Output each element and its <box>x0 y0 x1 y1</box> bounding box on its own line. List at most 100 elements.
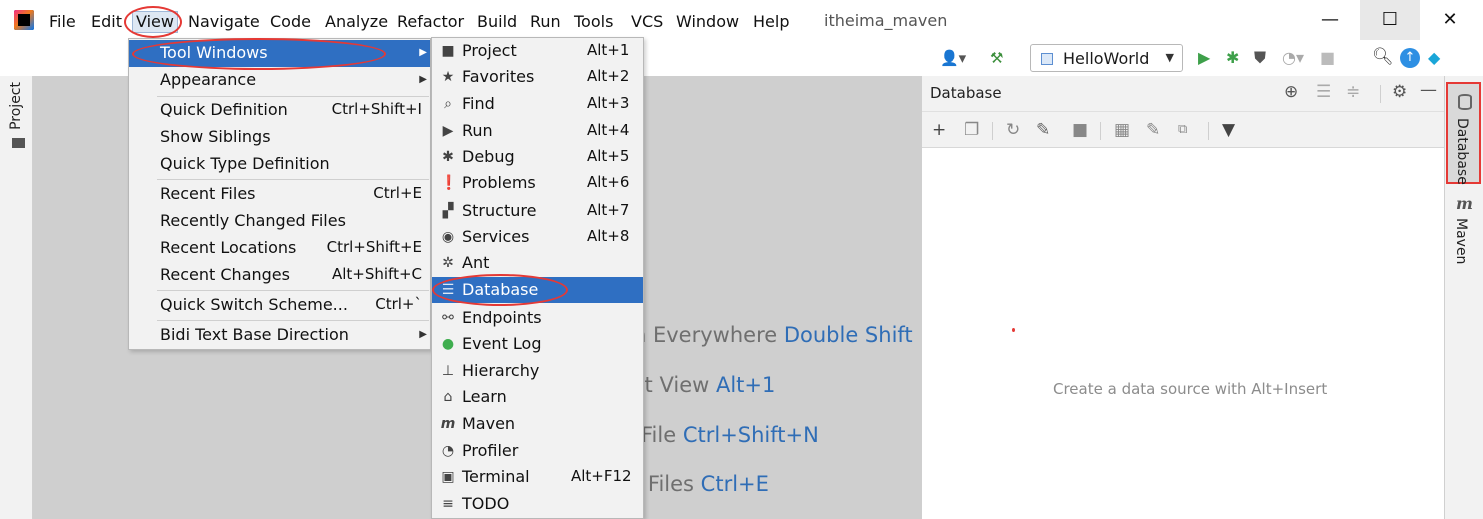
tool-window-project[interactable]: ■ Project Alt+1 <box>432 38 643 64</box>
menu-edit[interactable]: Edit <box>88 11 125 33</box>
maximize-button[interactable]: ☐ <box>1360 0 1420 40</box>
hierarchy-icon: ⊥ <box>441 363 455 379</box>
services-icon: ◉ <box>441 229 455 245</box>
menu-view[interactable]: View <box>132 11 178 33</box>
hammer-icon[interactable]: ⚒ <box>990 48 1003 68</box>
query-console-icon[interactable]: ⧉ <box>1178 120 1187 140</box>
search-icon: ⌕ <box>444 96 452 112</box>
debug-icon[interactable]: ✱ <box>1226 48 1239 68</box>
tool-window-services[interactable]: ◉ Services Alt+8 <box>432 224 643 250</box>
menu-build[interactable]: Build <box>474 11 520 33</box>
view-menu-popup: Tool Windows ▶ Appearance ▶ Quick Definiti… <box>128 38 431 350</box>
tool-window-ant[interactable]: ✲ Ant <box>432 250 643 276</box>
title-bar: File Edit View Navigate Code Analyze Ref… <box>0 0 1483 40</box>
profile-icon[interactable]: ◔▾ <box>1282 48 1304 68</box>
hint-recent-files: t Files Ctrl+E <box>633 472 769 496</box>
menu-item-appearance[interactable]: Appearance ▶ <box>129 67 430 94</box>
menu-item-quick-definition[interactable]: Quick Definition Ctrl+Shift+I <box>129 97 430 124</box>
menu-window[interactable]: Window <box>673 11 742 33</box>
menu-separator <box>157 320 429 321</box>
collapse-all-icon[interactable]: ≑ <box>1346 82 1360 102</box>
tool-window-database[interactable]: ☰ Database <box>432 277 643 303</box>
run-configuration-select[interactable]: HelloWorld ▼ <box>1030 44 1183 72</box>
play-icon: ▶ <box>442 123 454 139</box>
menu-tools[interactable]: Tools <box>571 11 616 33</box>
hide-panel-icon[interactable]: — <box>1420 80 1437 100</box>
tool-window-endpoints[interactable]: ⚯ Endpoints <box>432 305 643 331</box>
menu-item-quick-switch-scheme[interactable]: Quick Switch Scheme... Ctrl+` <box>129 292 430 319</box>
left-tool-stripe: Project <box>0 76 33 519</box>
maven-tab-label: Maven <box>1453 218 1469 265</box>
schema-icon[interactable]: ✎ <box>1036 120 1050 140</box>
menu-analyze[interactable]: Analyze <box>322 11 391 33</box>
update-icon[interactable]: ↑ <box>1400 48 1420 68</box>
menu-item-bidi-text-base-direction[interactable]: Bidi Text Base Direction ▶ <box>129 322 430 349</box>
edit-icon[interactable]: ✎ <box>1146 120 1160 140</box>
structure-icon: ▞ <box>442 203 454 219</box>
tool-window-maven[interactable]: m Maven <box>432 411 643 437</box>
run-icon[interactable]: ▶ <box>1198 48 1210 68</box>
maven-icon: m <box>440 416 456 432</box>
coverage-icon[interactable]: ⛊ <box>1254 48 1266 68</box>
menu-file[interactable]: File <box>46 11 79 33</box>
menu-separator <box>157 179 429 180</box>
stop-icon[interactable]: ■ <box>1072 120 1088 140</box>
menu-item-recent-changes[interactable]: Recent Changes Alt+Shift+C <box>129 262 430 289</box>
database-tool-tab[interactable]: Database <box>1446 82 1481 185</box>
tool-window-structure[interactable]: ▞ Structure Alt+7 <box>432 198 643 224</box>
plugin-icon[interactable]: ◆ <box>1428 48 1440 68</box>
menu-vcs[interactable]: VCS <box>628 11 666 33</box>
database-tab-label: Database <box>1454 118 1470 185</box>
close-button[interactable]: ✕ <box>1420 0 1480 40</box>
menu-item-recently-changed-files[interactable]: Recently Changed Files <box>129 208 430 235</box>
tool-window-debug[interactable]: ✱ Debug Alt+5 <box>432 144 643 170</box>
table-icon[interactable]: ▦ <box>1114 120 1130 140</box>
menu-item-recent-locations[interactable]: Recent Locations Ctrl+Shift+E <box>129 235 430 262</box>
menu-refactor[interactable]: Refactor <box>394 11 467 33</box>
search-icon[interactable]: 🔍︎ <box>1372 47 1394 67</box>
expand-all-icon[interactable]: ☰ <box>1316 82 1331 102</box>
tool-window-find[interactable]: ⌕ Find Alt+3 <box>432 91 643 117</box>
add-datasource-icon[interactable]: + <box>932 120 946 140</box>
star-icon: ★ <box>441 69 455 85</box>
tool-window-hierarchy[interactable]: ⊥ Hierarchy <box>432 358 643 384</box>
right-tool-stripe: Database m Maven <box>1444 76 1483 519</box>
menu-item-tool-windows[interactable]: Tool Windows ▶ <box>129 40 430 67</box>
maven-tool-tab[interactable]: m Maven <box>1446 192 1481 272</box>
filter-icon[interactable]: ▼ <box>1222 120 1235 140</box>
tool-window-run[interactable]: ▶ Run Alt+4 <box>432 118 643 144</box>
tool-window-favorites[interactable]: ★ Favorites Alt+2 <box>432 64 643 90</box>
minimize-button[interactable]: — <box>1300 0 1360 40</box>
project-tool-tab[interactable]: Project <box>8 82 24 130</box>
tool-window-terminal[interactable]: ▣ Terminal Alt+F12 <box>432 464 643 490</box>
gear-icon[interactable]: ⚙ <box>1392 82 1407 102</box>
copy-icon[interactable]: ❐ <box>964 120 979 140</box>
database-panel-title: Database <box>930 84 1002 102</box>
learn-icon: ⌂ <box>443 389 453 405</box>
menu-item-recent-files[interactable]: Recent Files Ctrl+E <box>129 181 430 208</box>
menu-navigate[interactable]: Navigate <box>185 11 263 33</box>
folder-icon: ■ <box>441 43 455 59</box>
tool-window-event-log[interactable]: ● Event Log <box>432 331 643 357</box>
hint-project-view: ct View Alt+1 <box>633 373 776 397</box>
terminal-icon: ▣ <box>441 469 455 485</box>
database-toolbar: + ❐ ↻ ✎ ■ ▦ ✎ ⧉ ▼ <box>922 112 1445 148</box>
menu-code[interactable]: Code <box>267 11 314 33</box>
stop-icon[interactable]: ■ <box>1320 48 1335 68</box>
ant-icon: ✲ <box>442 255 454 271</box>
menu-help[interactable]: Help <box>750 11 792 33</box>
empty-state-text: Create a data source with Alt+Insert <box>1053 380 1328 398</box>
user-icon[interactable]: 👤▾ <box>940 48 966 68</box>
database-panel: Database ⊕ ☰ ≑ ⚙ — + ❐ ↻ ✎ ■ ▦ ✎ ⧉ ▼ Cre… <box>921 76 1445 519</box>
menu-item-show-siblings[interactable]: Show Siblings <box>129 124 430 151</box>
menu-item-quick-type-definition[interactable]: Quick Type Definition <box>129 151 430 178</box>
project-title: itheima_maven <box>824 11 948 30</box>
menu-run[interactable]: Run <box>527 11 564 33</box>
run-config-label: HelloWorld <box>1063 49 1150 68</box>
tool-window-problems[interactable]: ❗ Problems Alt+6 <box>432 170 643 196</box>
tool-window-learn[interactable]: ⌂ Learn <box>432 384 643 410</box>
refresh-icon[interactable]: ↻ <box>1006 120 1020 140</box>
tool-window-todo[interactable]: ≡ TODO <box>432 491 643 517</box>
tool-window-profiler[interactable]: ◔ Profiler <box>432 438 643 464</box>
locate-icon[interactable]: ⊕ <box>1284 82 1298 102</box>
